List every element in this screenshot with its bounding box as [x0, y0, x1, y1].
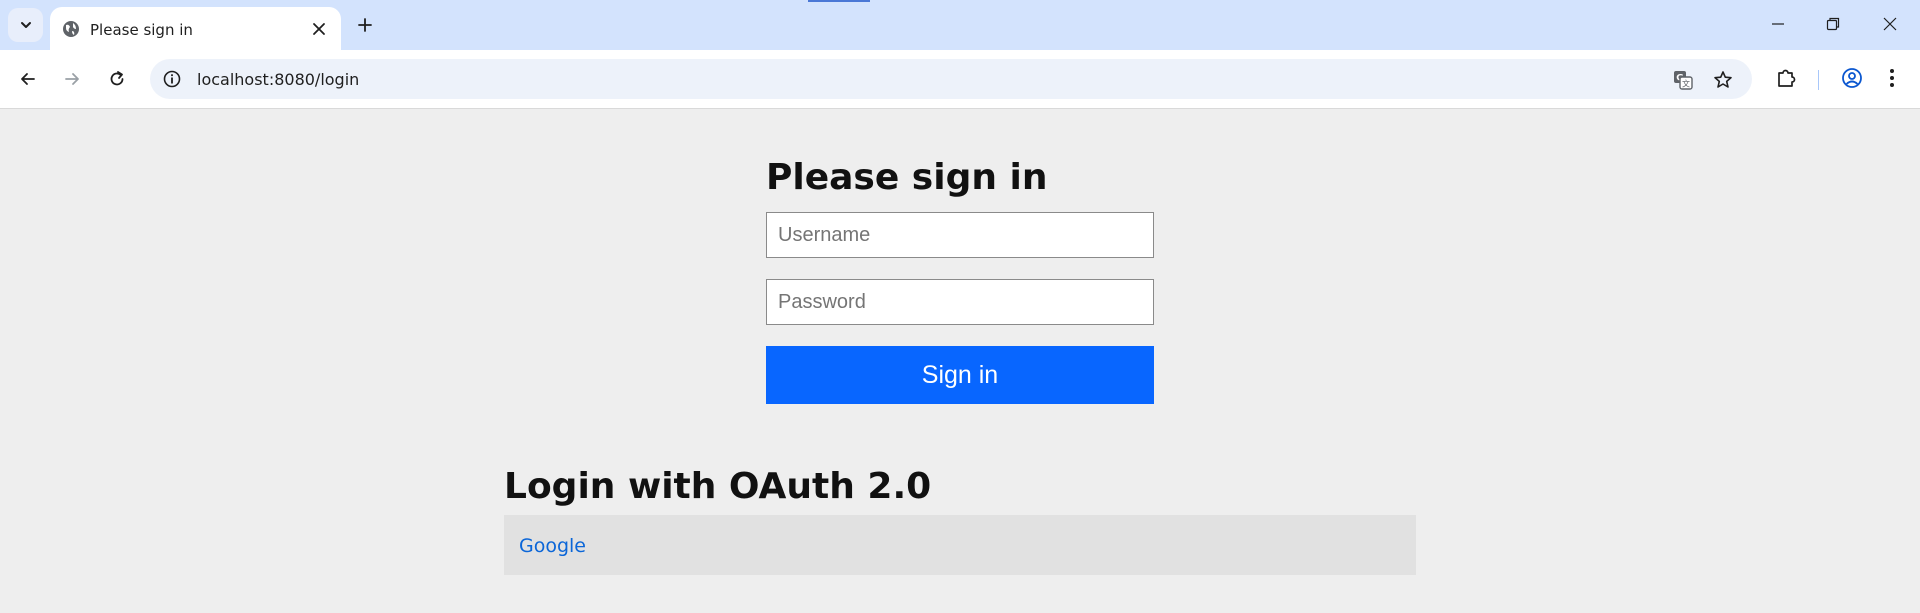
globe-icon [63, 21, 79, 37]
translate-icon: G文 [1674, 71, 1693, 90]
tab-title: Please sign in [90, 21, 193, 39]
profile-icon [1842, 68, 1862, 88]
tab-active[interactable]: Please sign in [50, 7, 341, 50]
address-bar[interactable]: localhost:8080/login G文 [150, 59, 1752, 99]
close-window-button[interactable] [1870, 9, 1910, 39]
tab-search-button[interactable] [8, 8, 43, 42]
browser-menu-button[interactable] [1879, 65, 1905, 91]
puzzle-icon [1778, 69, 1796, 87]
url-text[interactable]: localhost:8080/login [197, 70, 359, 89]
bookmark-button[interactable] [1712, 69, 1734, 91]
minimize-button[interactable] [1758, 9, 1798, 39]
tab-strip: Please sign in [0, 0, 1920, 50]
oauth-heading: Login with OAuth 2.0 [504, 466, 932, 507]
close-window-icon [1883, 17, 1897, 31]
reload-button[interactable] [102, 64, 132, 94]
reload-icon [110, 71, 124, 86]
login-heading: Please sign in [766, 157, 1048, 198]
close-icon [313, 23, 325, 35]
restore-icon [1826, 17, 1840, 31]
kebab-menu-icon [1890, 69, 1894, 87]
star-icon [1714, 71, 1732, 88]
arrow-left-icon [21, 73, 35, 85]
toolbar-separator [1818, 70, 1819, 90]
restore-button[interactable] [1813, 9, 1853, 39]
password-input[interactable] [766, 279, 1154, 325]
tab-close-button[interactable] [307, 17, 331, 41]
back-button[interactable] [13, 64, 43, 94]
tab-strip-accent [808, 0, 870, 2]
svg-text:文: 文 [1682, 79, 1690, 89]
extensions-button[interactable] [1773, 65, 1799, 91]
plus-icon [358, 18, 372, 32]
new-tab-button[interactable] [352, 12, 378, 38]
oauth-section: Login with OAuth 2.0 Google [504, 464, 1416, 575]
arrow-right-icon [65, 73, 79, 85]
oauth-provider-row: Google [504, 515, 1416, 575]
sign-in-button[interactable]: Sign in [766, 346, 1154, 404]
page-content: Please sign in Sign in Login with OAuth … [0, 109, 1920, 613]
profile-button[interactable] [1839, 65, 1865, 91]
info-icon[interactable] [162, 69, 182, 89]
username-input[interactable] [766, 212, 1154, 258]
chevron-down-icon [20, 22, 31, 28]
login-form: Please sign in Sign in [766, 156, 1154, 404]
browser-toolbar: localhost:8080/login G文 [0, 50, 1920, 109]
oauth-google-link[interactable]: Google [519, 535, 586, 557]
translate-button[interactable]: G文 [1672, 69, 1694, 91]
minimize-icon [1772, 23, 1784, 25]
forward-button[interactable] [57, 64, 87, 94]
